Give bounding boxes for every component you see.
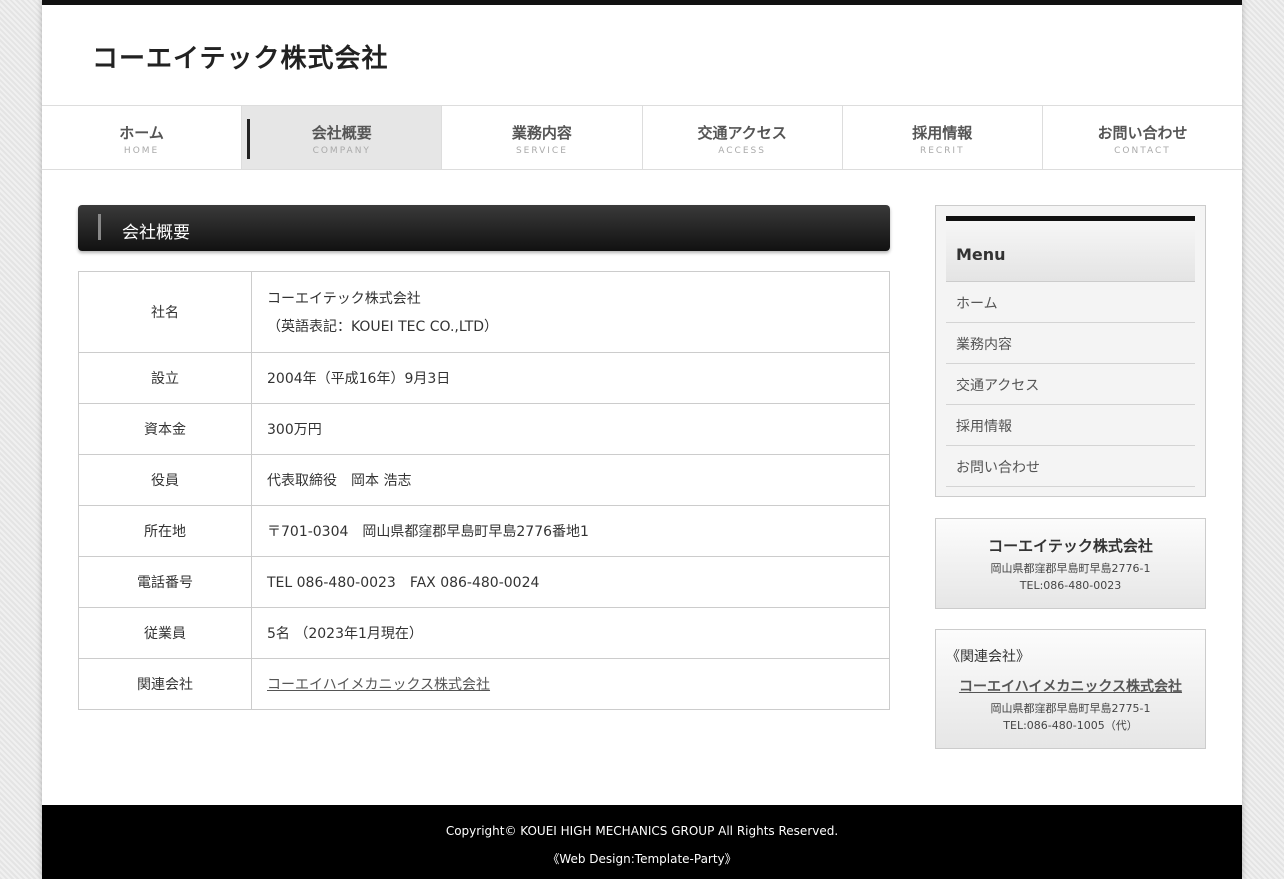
company-name-value: コーエイテック株式会社 <box>267 291 421 307</box>
menu-inner: Menu ホーム 業務内容 交通アクセス 採用情報 お問い合わせ <box>946 216 1195 487</box>
nav-home[interactable]: ホーム HOME <box>42 106 241 169</box>
top-bar <box>42 0 1242 5</box>
nav-sublabel: RECRIT <box>919 146 965 156</box>
row-label: 電話番号 <box>78 556 252 608</box>
footer-copyright: Copyright© KOUEI HIGH MECHANICS GROUP Al… <box>445 824 839 838</box>
row-value: 5名 （2023年1月現在） <box>251 607 890 659</box>
row-label: 所在地 <box>78 505 252 557</box>
page-heading: 会社概要 <box>78 205 890 251</box>
sidebar-item-home[interactable]: ホーム <box>946 282 1195 323</box>
nav-access[interactable]: 交通アクセス ACCESS <box>641 106 842 169</box>
table-row: 設立 2004年（平成16年）9月3日 <box>78 352 890 404</box>
company-name-english: （英語表記：KOUEI TEC CO.,LTD） <box>267 319 499 335</box>
nav-label: 交通アクセス <box>697 124 787 142</box>
footer: Copyright© KOUEI HIGH MECHANICS GROUP Al… <box>42 805 1242 879</box>
related-company-link[interactable]: コーエイハイメカニックス株式会社 <box>267 677 490 693</box>
row-label: 役員 <box>78 454 252 506</box>
row-value: 2004年（平成16年）9月3日 <box>251 352 890 404</box>
nav-label: 業務内容 <box>511 124 572 142</box>
company-info-box: コーエイテック株式会社 岡山県都窪郡早島町早島2776-1 TEL:086-48… <box>935 518 1206 609</box>
table-row: 関連会社 コーエイハイメカニックス株式会社 <box>78 658 890 710</box>
table-row: 社名 コーエイテック株式会社 （英語表記：KOUEI TEC CO.,LTD） <box>78 271 890 353</box>
related-tel: TEL:086-480-1005（代） <box>1003 719 1138 732</box>
company-info-table: 社名 コーエイテック株式会社 （英語表記：KOUEI TEC CO.,LTD） … <box>78 271 890 710</box>
main-content: 会社概要 社名 コーエイテック株式会社 （英語表記：KOUEI TEC CO.,… <box>78 205 890 710</box>
row-value: コーエイハイメカニックス株式会社 <box>251 658 890 710</box>
nav-label: ホーム <box>119 124 164 142</box>
row-label: 設立 <box>78 352 252 404</box>
table-row: 役員 代表取締役 岡本 浩志 <box>78 454 890 506</box>
company-box-name: コーエイテック株式会社 <box>988 537 1153 555</box>
related-label: 《関連会社》 <box>946 649 1030 665</box>
nav-label: 会社概要 <box>311 124 372 142</box>
footer-credit[interactable]: 《Web Design:Template-Party》 <box>42 850 1242 867</box>
sidebar-menu: Menu ホーム 業務内容 交通アクセス 採用情報 お問い合わせ <box>935 205 1206 497</box>
nav-contact[interactable]: お問い合わせ CONTACT <box>1041 106 1242 169</box>
related-link-wrap: コーエイハイメカニックス株式会社 <box>936 676 1205 696</box>
sidebar-item-recruit[interactable]: 採用情報 <box>946 405 1195 446</box>
nav-sublabel: SERVICE <box>515 146 568 156</box>
nav-label: 採用情報 <box>912 124 973 142</box>
related-company-name-link[interactable]: コーエイハイメカニックス株式会社 <box>959 679 1182 695</box>
row-value: 300万円 <box>251 403 890 455</box>
table-row: 電話番号 TEL 086-480-0023 FAX 086-480-0024 <box>78 556 890 608</box>
page-container: コーエイテック株式会社 ホーム HOME 会社概要 COMPANY 業務内容 S… <box>42 0 1242 879</box>
page-title: 会社概要 <box>122 223 190 243</box>
row-value: コーエイテック株式会社 （英語表記：KOUEI TEC CO.,LTD） <box>251 271 890 353</box>
sidebar-item-access[interactable]: 交通アクセス <box>946 364 1195 405</box>
row-value: TEL 086-480-0023 FAX 086-480-0024 <box>251 556 890 608</box>
row-value: 代表取締役 岡本 浩志 <box>251 454 890 506</box>
menu-title: Menu <box>946 216 1195 282</box>
main-nav: ホーム HOME 会社概要 COMPANY 業務内容 SERVICE 交通アクセ… <box>42 105 1242 170</box>
table-row: 従業員 5名 （2023年1月現在） <box>78 607 890 659</box>
heading-accent-bar <box>98 214 101 240</box>
table-row: 資本金 300万円 <box>78 403 890 455</box>
related-company-box: 《関連会社》 コーエイハイメカニックス株式会社 岡山県都窪郡早島町早島2775-… <box>935 629 1206 749</box>
table-row: 所在地 〒701-0304 岡山県都窪郡早島町早島2776番地1 <box>78 505 890 557</box>
sidebar-item-service[interactable]: 業務内容 <box>946 323 1195 364</box>
row-label: 社名 <box>78 271 252 353</box>
row-label: 関連会社 <box>78 658 252 710</box>
site-logo[interactable]: コーエイテック株式会社 <box>92 38 388 75</box>
nav-sublabel: COMPANY <box>312 146 371 156</box>
nav-sublabel: CONTACT <box>1114 146 1171 156</box>
company-box-tel: TEL:086-480-0023 <box>1019 579 1122 592</box>
nav-recruit[interactable]: 採用情報 RECRIT <box>841 106 1042 169</box>
nav-service[interactable]: 業務内容 SERVICE <box>441 106 641 169</box>
nav-sublabel: HOME <box>123 146 160 156</box>
company-box-address: 岡山県都窪郡早島町早島2776-1 <box>990 562 1151 575</box>
nav-company[interactable]: 会社概要 COMPANY <box>241 106 442 169</box>
sidebar-item-contact[interactable]: お問い合わせ <box>946 446 1195 487</box>
nav-label: お問い合わせ <box>1097 124 1188 142</box>
row-label: 資本金 <box>78 403 252 455</box>
nav-sublabel: ACCESS <box>718 146 766 156</box>
related-address: 岡山県都窪郡早島町早島2775-1 <box>990 702 1151 715</box>
row-label: 従業員 <box>78 607 252 659</box>
row-value: 〒701-0304 岡山県都窪郡早島町早島2776番地1 <box>251 505 890 557</box>
